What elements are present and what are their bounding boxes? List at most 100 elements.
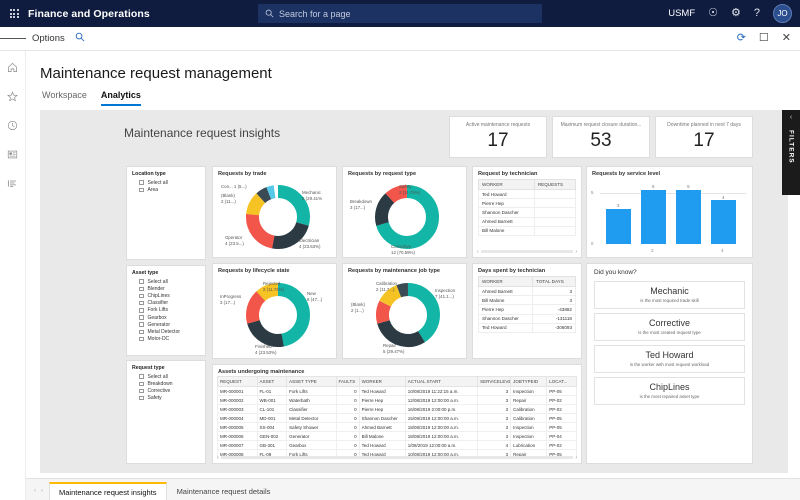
table-row[interactable]: Shannon Dascher-131118 xyxy=(479,314,576,323)
checkbox-icon[interactable] xyxy=(139,337,144,342)
table-row[interactable]: MR-000002WB-001Waterbath0Pierre Hep12/08… xyxy=(218,396,577,405)
refresh-icon[interactable]: ⟳ xyxy=(737,33,746,44)
company-label[interactable]: USMF xyxy=(668,8,695,19)
chevron-right-icon[interactable]: › xyxy=(575,249,577,255)
insight-card-trade-skill[interactable]: Mechanic is the most required trade skil… xyxy=(594,281,745,309)
scroll-track[interactable] xyxy=(221,456,574,460)
bar[interactable] xyxy=(676,190,701,244)
table-row[interactable]: MR-000006GEN-002Generator0Bill Malone18/… xyxy=(218,432,577,441)
bar[interactable] xyxy=(606,209,631,244)
table-assets-undergoing-maintenance[interactable]: Assets undergoing maintenance REQUEST AS… xyxy=(212,364,582,464)
table-row[interactable]: MR-000004MD-001Metal Detector0Shannon Da… xyxy=(218,414,577,423)
filter-option[interactable]: Classifier xyxy=(127,300,205,307)
table-row[interactable]: Ted Howard xyxy=(479,190,576,199)
options-button[interactable]: Options xyxy=(26,33,71,44)
workspaces-icon[interactable] xyxy=(5,146,21,162)
chevron-left-icon[interactable]: ‹ xyxy=(477,249,479,255)
filter-option[interactable]: Motor-DC xyxy=(127,336,205,343)
chart-requests-by-trade[interactable]: Requests by trade Mechanic5 (29.41% Elec… xyxy=(212,166,337,258)
filter-option[interactable]: Breakdown xyxy=(127,380,205,387)
kpi-maximum-request-closure-duration[interactable]: Maximum request closure duration... 53 xyxy=(552,116,650,158)
column-header-servicelevel[interactable]: SERVICELEVEL xyxy=(478,377,511,387)
column-header-asset-type[interactable]: ASSET TYPE xyxy=(287,377,336,387)
table-request-by-technician[interactable]: Request by technician WORKER REQUESTS Te… xyxy=(472,166,582,258)
column-header-worker[interactable]: WORKER xyxy=(479,180,535,190)
scroll-track[interactable] xyxy=(481,250,574,254)
waffle-icon[interactable] xyxy=(0,9,28,18)
filter-option[interactable]: Generator xyxy=(127,321,205,328)
popout-icon[interactable]: ☐ xyxy=(759,33,769,44)
table-row[interactable]: MR-000001FL-01Fork Lifts0Ted Howard10/08… xyxy=(218,387,577,396)
kpi-downtime-planned-next-7-days[interactable]: Downtime planned in next 7 days 17 xyxy=(655,116,753,158)
filter-option[interactable]: Fork Lifts xyxy=(127,307,205,314)
modules-icon[interactable] xyxy=(5,175,21,191)
filter-option[interactable]: Safety xyxy=(127,395,205,402)
bar[interactable] xyxy=(711,200,736,244)
table-row[interactable]: MR-000007GB-301Gearbox0Ted Howard1/08/20… xyxy=(218,441,577,450)
chart-requests-by-lifecycle-state[interactable]: Requests by lifecycle state Rejected2 (1… xyxy=(212,263,337,359)
filter-option[interactable]: Gearbox xyxy=(127,314,205,321)
column-header-worker[interactable]: WORKER xyxy=(359,377,405,387)
column-header-location[interactable]: LOCAT... xyxy=(547,377,577,387)
column-header-asset[interactable]: ASSET xyxy=(257,377,287,387)
checkbox-icon[interactable] xyxy=(139,315,144,320)
insight-card-request-type[interactable]: Corrective is the most created request t… xyxy=(594,313,745,341)
bell-icon[interactable]: ☉ xyxy=(708,8,718,19)
kpi-active-maintenance-requests[interactable]: Active maintenance requests 17 xyxy=(449,116,547,158)
column-header-requests[interactable]: REQUESTS xyxy=(534,180,575,190)
column-header-faults[interactable]: FAULTS xyxy=(336,377,359,387)
table-days-spent-by-technician[interactable]: Days spent by technician WORKER TOTAL DA… xyxy=(472,263,582,359)
chevron-right-icon[interactable]: › xyxy=(41,488,43,494)
table-row[interactable]: Bill Malone xyxy=(479,226,576,235)
checkbox-icon[interactable] xyxy=(139,389,144,394)
filter-option[interactable]: Corrective xyxy=(127,387,205,394)
insight-card-asset-type[interactable]: ChipLines is the most repaired asset typ… xyxy=(594,377,745,405)
insight-card-worker-workload[interactable]: Ted Howard is the worker with most reque… xyxy=(594,345,745,373)
filter-option[interactable]: Select all xyxy=(127,278,205,285)
table-row[interactable]: Ted Howard-306093 xyxy=(479,323,576,332)
filter-option[interactable]: Area xyxy=(127,186,205,193)
bar[interactable] xyxy=(641,190,666,244)
checkbox-icon[interactable] xyxy=(139,382,144,387)
search-input[interactable]: Search for a page xyxy=(258,4,542,23)
filter-option[interactable]: Blender xyxy=(127,285,205,292)
bottom-tab-maintenance-request-details[interactable]: Maintenance request details xyxy=(167,482,281,500)
column-header-actual-start[interactable]: ACTUAL START xyxy=(405,377,477,387)
table-row[interactable]: Shannon Dascher xyxy=(479,208,576,217)
horizontal-scrollbar[interactable]: ‹ › xyxy=(217,455,577,460)
checkbox-icon[interactable] xyxy=(139,188,144,193)
checkbox-icon[interactable] xyxy=(139,279,144,284)
filter-option[interactable]: ChipLines xyxy=(127,292,205,299)
checkbox-icon[interactable] xyxy=(139,180,144,185)
table-row[interactable]: Pierre Hep xyxy=(479,199,576,208)
table-row[interactable]: Pierre Hep-43882 xyxy=(479,305,576,314)
close-icon[interactable]: ✕ xyxy=(782,33,791,44)
filter-option[interactable]: Metal Detector xyxy=(127,328,205,335)
chevron-left-icon[interactable]: ‹ xyxy=(34,488,36,494)
chart-requests-by-maintenance-job-type[interactable]: Requests by maintenance job type Calibra… xyxy=(342,263,467,359)
checkbox-icon[interactable] xyxy=(139,374,144,379)
column-header-request[interactable]: REQUEST xyxy=(218,377,258,387)
filter-option[interactable]: Select all xyxy=(127,179,205,186)
chevron-right-icon[interactable]: › xyxy=(575,455,577,461)
table-row[interactable]: MR-000003CL-101Classifier0Pierre Hep16/0… xyxy=(218,405,577,414)
checkbox-icon[interactable] xyxy=(139,308,144,313)
clock-icon[interactable] xyxy=(5,117,21,133)
search-icon[interactable] xyxy=(75,32,85,45)
star-icon[interactable] xyxy=(5,88,21,104)
checkbox-icon[interactable] xyxy=(139,287,144,292)
chart-requests-by-request-type[interactable]: Requests by request type Safety2 (11.76%… xyxy=(342,166,467,258)
gear-icon[interactable]: ⚙ xyxy=(731,8,741,19)
table-row[interactable]: Ahmed Barnett3 xyxy=(479,287,576,296)
hamburger-icon[interactable] xyxy=(0,36,26,40)
checkbox-icon[interactable] xyxy=(139,301,144,306)
checkbox-icon[interactable] xyxy=(139,330,144,335)
column-header-worker[interactable]: WORKER xyxy=(479,277,533,287)
column-header-total-days[interactable]: TOTAL DAYS xyxy=(533,277,576,287)
home-icon[interactable] xyxy=(5,59,21,75)
table-row[interactable]: MR-000005SS-004Safety Shower0Ahmed Barne… xyxy=(218,423,577,432)
filter-option[interactable]: Select all xyxy=(127,373,205,380)
checkbox-icon[interactable] xyxy=(139,396,144,401)
chevron-left-icon[interactable]: ‹ xyxy=(782,110,800,121)
tab-workspace[interactable]: Workspace xyxy=(42,90,87,106)
